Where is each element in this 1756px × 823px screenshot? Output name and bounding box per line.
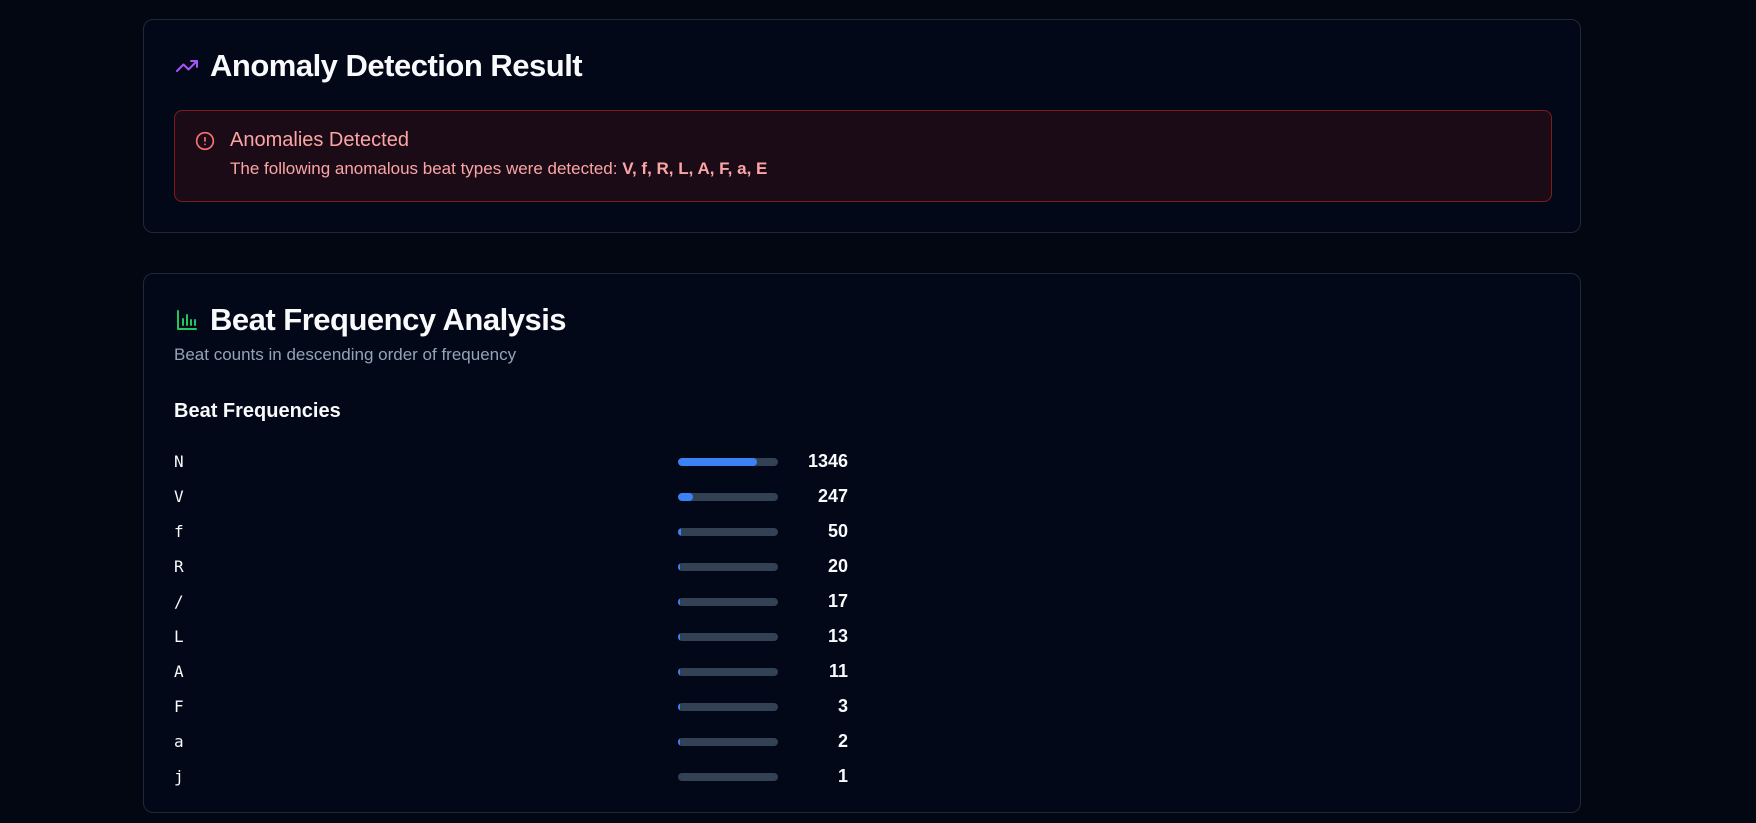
beat-count: 3 <box>837 696 848 716</box>
frequency-bar-fill <box>678 632 680 641</box>
beat-frequency-list: N 1346 V 247 f 50 R 20/17 L 13 A 11 F 3 a 2 j 1 <box>174 444 854 794</box>
frequency-bar-track <box>678 702 778 711</box>
anomaly-detection-card: Anomaly Detection Result Anomalies Detec… <box>143 19 1581 233</box>
beat-count: 247 <box>817 486 848 506</box>
beat-type-label: f <box>174 522 184 541</box>
anomaly-card-title: Anomaly Detection Result <box>210 48 583 83</box>
beat-count: 50 <box>827 521 848 541</box>
frequency-bar-fill <box>678 492 693 501</box>
frequency-bar-fill <box>678 702 680 711</box>
beat-frequencies-heading: Beat Frequencies <box>174 400 341 422</box>
frequency-bar-track <box>678 667 778 676</box>
beat-count: 1346 <box>807 451 848 471</box>
beat-type-label: j <box>174 767 184 786</box>
frequency-card-title: Beat Frequency Analysis <box>210 302 567 337</box>
trending-up-icon <box>174 53 200 79</box>
alert-description-prefix: The following anomalous beat types were … <box>230 159 623 178</box>
beat-type-label: a <box>174 732 184 751</box>
beat-frequency-row: N 1346 <box>174 444 854 479</box>
frequency-bar-fill <box>678 457 758 466</box>
alert-circle-icon <box>195 131 215 151</box>
frequency-card-header: Beat Frequency Analysis <box>174 302 567 338</box>
beat-frequency-row: j1 <box>174 759 854 794</box>
beat-type-label: A <box>174 662 184 681</box>
frequency-bar-track <box>678 772 778 781</box>
alert-description: The following anomalous beat types were … <box>230 159 767 179</box>
frequency-bar-track <box>678 492 778 501</box>
frequency-bar-track <box>678 562 778 571</box>
beat-frequency-row: L 13 <box>174 619 854 654</box>
bar-chart-icon <box>174 307 200 333</box>
beat-count: 13 <box>827 626 848 646</box>
alert-title: Anomalies Detected <box>230 129 409 151</box>
beat-count: 2 <box>837 731 848 751</box>
beat-frequency-card: Beat Frequency Analysis Beat counts in d… <box>143 273 1581 813</box>
beat-type-label: / <box>174 592 184 611</box>
frequency-bar-track <box>678 597 778 606</box>
frequency-bar-track <box>678 632 778 641</box>
beat-count: 17 <box>827 591 848 611</box>
beat-count: 1 <box>837 766 848 786</box>
beat-type-label: V <box>174 487 184 506</box>
frequency-bar-fill <box>678 737 680 746</box>
beat-frequency-row: a2 <box>174 724 854 759</box>
beat-count: 11 <box>828 661 848 681</box>
beat-frequency-row: / 17 <box>174 584 854 619</box>
beat-frequency-row: f 50 <box>174 514 854 549</box>
frequency-bar-track <box>678 457 778 466</box>
beat-count: 20 <box>827 556 848 576</box>
beat-type-label: R <box>174 557 184 576</box>
beat-type-label: F <box>174 697 184 716</box>
frequency-card-subtitle: Beat counts in descending order of frequ… <box>174 345 517 364</box>
frequency-bar-track <box>678 527 778 536</box>
beat-type-label: L <box>174 627 184 646</box>
beat-frequency-row: F3 <box>174 689 854 724</box>
frequency-bar-fill <box>678 597 680 606</box>
beat-type-label: N <box>174 452 184 471</box>
beat-frequency-row: V 247 <box>174 479 854 514</box>
beat-frequency-row: R 20 <box>174 549 854 584</box>
frequency-bar-fill <box>678 667 680 676</box>
anomalous-types: V, f, R, L, A, F, a, E <box>622 159 768 178</box>
anomaly-card-header: Anomaly Detection Result <box>174 48 583 84</box>
beat-frequency-row: A 11 <box>174 654 854 689</box>
frequency-bar-track <box>678 737 778 746</box>
frequency-bar-fill <box>678 562 680 571</box>
frequency-bar-fill <box>678 527 681 536</box>
anomaly-alert: Anomalies Detected The following anomalo… <box>174 110 1552 202</box>
